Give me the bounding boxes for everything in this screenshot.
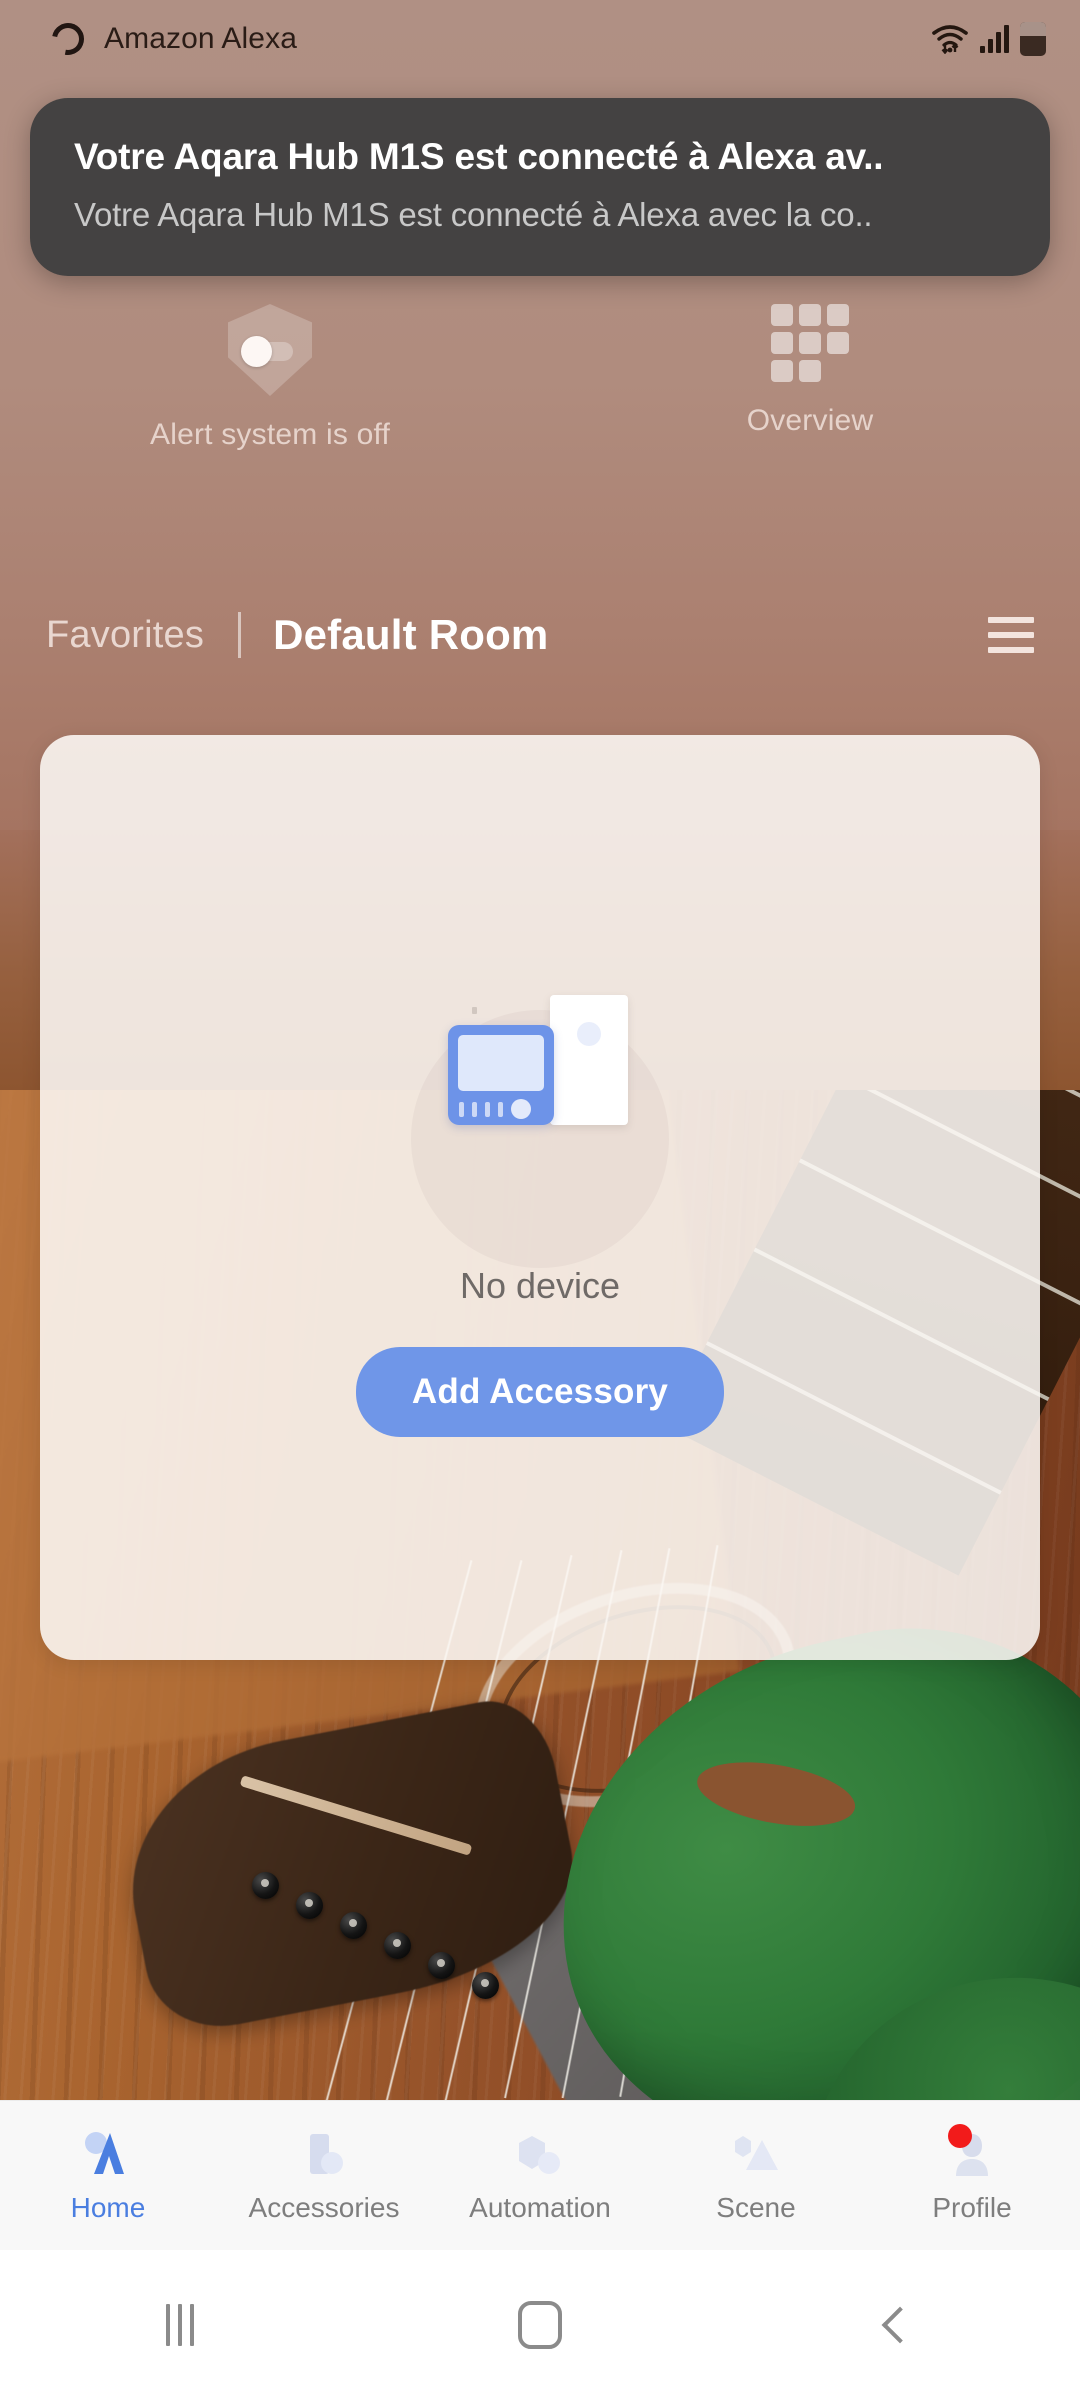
signal-bars-icon [980, 25, 1009, 53]
grid-overview-icon [771, 304, 849, 382]
tab-default-room[interactable]: Default Room [273, 611, 548, 659]
shield-toggle-off-icon [228, 304, 312, 396]
notification-title: Votre Aqara Hub M1S est connecté à Alexa… [74, 136, 884, 177]
automation-icon [512, 2128, 568, 2180]
nav-item-scene[interactable]: Scene [648, 2128, 864, 2224]
device-card-content: No device Add Accessory [40, 735, 1040, 1660]
notification-body: Votre Aqara Hub M1S est connecté à Alexa… [74, 196, 873, 234]
profile-badge [948, 2123, 972, 2148]
status-app-name: Amazon Alexa [104, 22, 297, 55]
tab-divider [238, 612, 242, 658]
nav-label-accessories: Accessories [248, 2191, 400, 2223]
no-device-text: No device [459, 1265, 621, 1306]
notification-toast[interactable]: Votre Aqara Hub M1S est connecté à Alexa… [30, 98, 1050, 276]
wifi-icon [931, 24, 969, 54]
recents-icon [166, 2304, 194, 2346]
bridge-pin [472, 1972, 499, 1999]
illustration-speck [472, 1007, 477, 1014]
alexa-ring-icon [45, 16, 91, 62]
status-bar-left: Amazon Alexa [45, 16, 297, 62]
status-bar-right [931, 22, 1046, 56]
hub-device-icon [448, 1025, 554, 1125]
tab-favorites[interactable]: Favorites [46, 614, 204, 657]
accessories-icon [296, 2128, 352, 2180]
quick-action-alert-system[interactable]: Alert system is off [0, 296, 540, 486]
nav-label-scene: Scene [716, 2191, 796, 2223]
bridge-pin [252, 1872, 279, 1899]
nav-item-accessories[interactable]: Accessories [216, 2128, 432, 2224]
quick-actions-row: Alert system is off Overview [0, 296, 1080, 486]
quick-action-overview-label: Overview [746, 404, 874, 437]
back-chevron-icon [881, 2306, 919, 2344]
status-bar: Amazon Alexa [0, 0, 1080, 78]
quick-action-overview[interactable]: Overview [540, 296, 1080, 486]
aqara-home-icon [80, 2128, 136, 2180]
quick-action-alert-label: Alert system is off [150, 418, 390, 451]
hamburger-menu-icon[interactable] [988, 617, 1034, 653]
phone-screen: Amazon Alexa Votre Aqara Hub M1S est con… [0, 0, 1080, 2400]
nav-item-profile[interactable]: Profile [864, 2123, 1080, 2224]
nav-label-home: Home [70, 2191, 146, 2223]
nav-item-automation[interactable]: Automation [432, 2128, 648, 2224]
device-card: No device Add Accessory [40, 735, 1040, 1660]
add-accessory-button[interactable]: Add Accessory [355, 1347, 725, 1437]
sensor-device-icon [550, 995, 628, 1125]
bottom-navigation-bar: Home Accessories Automation Scene Profil… [0, 2100, 1080, 2250]
nav-label-automation: Automation [469, 2191, 611, 2223]
home-square-icon [518, 2301, 562, 2349]
recents-button[interactable] [0, 2304, 360, 2346]
hub-and-sensor-illustration [410, 985, 670, 1145]
battery-icon [1020, 22, 1046, 56]
back-button[interactable] [720, 2306, 1080, 2344]
nav-label-profile: Profile [932, 2191, 1012, 2223]
bridge-pin [384, 1932, 411, 1959]
nav-item-home[interactable]: Home [0, 2128, 216, 2224]
room-tabs-row: Favorites Default Room [0, 590, 1080, 680]
system-navigation-bar [0, 2250, 1080, 2400]
scene-icon [728, 2128, 784, 2180]
bridge-pin [428, 1952, 455, 1979]
bridge-pin [340, 1912, 367, 1939]
bridge-pin [296, 1892, 323, 1919]
home-button[interactable] [360, 2301, 720, 2349]
profile-icon [944, 2123, 1000, 2180]
